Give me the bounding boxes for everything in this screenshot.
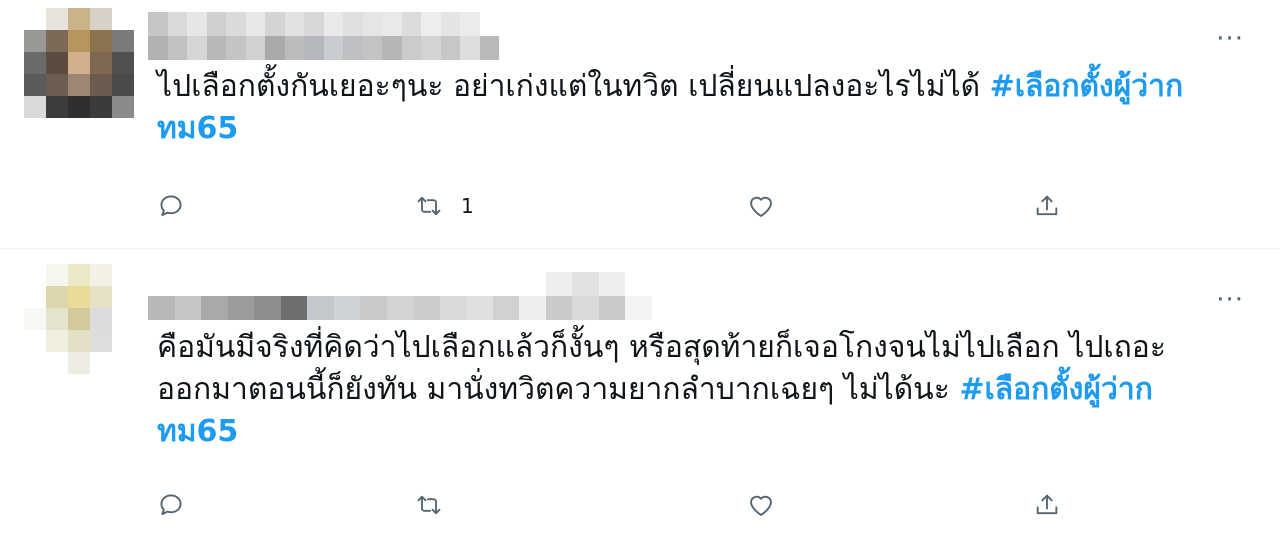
retweet-icon: [417, 196, 441, 216]
reply-button[interactable]: [157, 186, 185, 226]
like-icon: [750, 196, 772, 217]
username-blurred[interactable]: [148, 272, 678, 320]
retweet-count: 1: [461, 194, 474, 218]
tweet-text: ไปเลือกตั้งกันเยอะๆนะ อย่าเก่งแต่ในทวิต …: [157, 66, 1217, 150]
tweet-actions: [157, 485, 1077, 525]
like-icon: [750, 495, 772, 516]
avatar-blurred[interactable]: [24, 264, 134, 374]
tweet-text: คือมันมีจริงที่คิดว่าไปเลือกแล้วก็งั้นๆ …: [157, 327, 1217, 453]
tweet-body: ไปเลือกตั้งกันเยอะๆนะ อย่าเก่งแต่ในทวิต …: [157, 69, 990, 104]
reply-icon: [160, 195, 182, 217]
share-button[interactable]: [1033, 485, 1061, 525]
more-icon[interactable]: ···: [1216, 287, 1244, 313]
tweet[interactable]: ··· ไปเลือกตั้งกันเยอะๆนะ อย่าเก่งแต่ในท…: [0, 0, 1280, 248]
reply-button[interactable]: [157, 485, 185, 525]
avatar-blurred[interactable]: [24, 8, 134, 118]
retweet-button[interactable]: [415, 485, 461, 525]
like-button[interactable]: [747, 485, 775, 525]
retweet-icon: [417, 495, 441, 515]
more-icon[interactable]: ···: [1216, 26, 1244, 52]
share-icon: [1036, 195, 1058, 216]
share-icon: [1036, 494, 1058, 515]
like-button[interactable]: [747, 186, 775, 226]
tweet-actions: 1: [157, 186, 1077, 226]
username-blurred[interactable]: [148, 12, 538, 60]
share-button[interactable]: [1033, 186, 1061, 226]
retweet-button[interactable]: 1: [415, 186, 474, 226]
tweet[interactable]: ··· คือมันมีจริงที่คิดว่าไปเลือกแล้วก็งั…: [0, 249, 1280, 551]
reply-icon: [160, 494, 182, 516]
